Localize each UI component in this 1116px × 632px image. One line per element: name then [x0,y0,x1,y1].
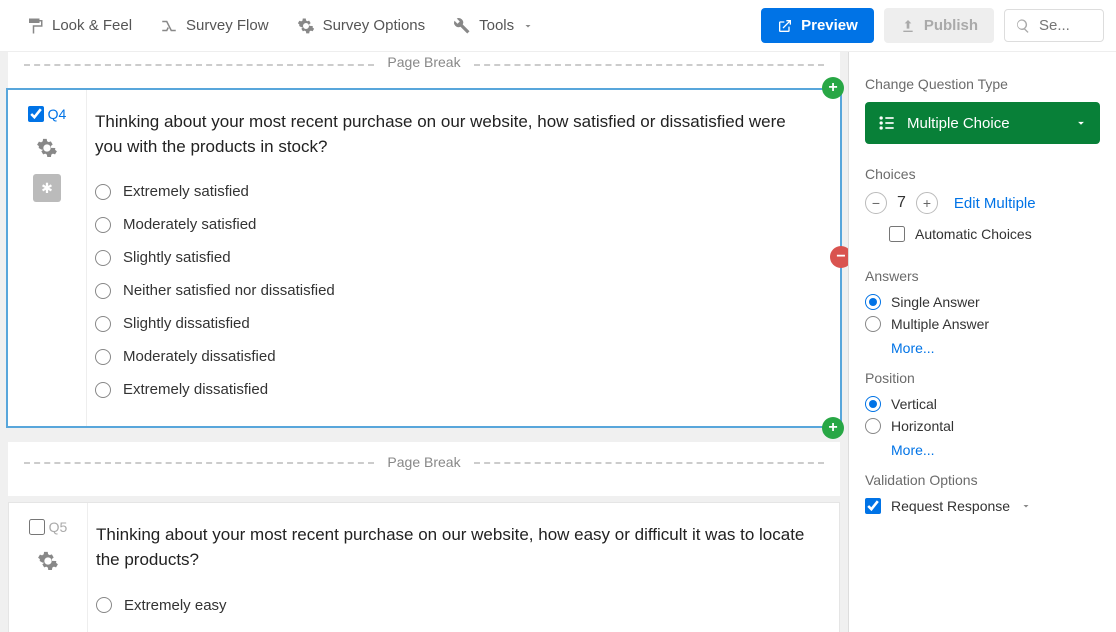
answers-more-link[interactable]: More... [891,340,1100,356]
single-answer-radio[interactable]: Single Answer [865,294,1100,310]
preview-icon [777,18,793,34]
chevron-down-icon [1074,116,1088,130]
decrease-choices-button[interactable]: − [865,192,887,214]
search-input[interactable] [1039,17,1079,34]
wrench-icon [453,17,471,35]
radio-icon [95,349,111,365]
search-input-container[interactable] [1004,9,1104,42]
answer-option[interactable]: Moderately dissatisfied [95,340,816,373]
vertical-radio[interactable]: Vertical [865,396,1100,412]
position-label: Position [865,370,1100,386]
page-break-indicator: Page Break [16,448,832,476]
radio-label: Vertical [891,396,937,412]
radio-icon [95,217,111,233]
option-label: Neither satisfied nor dissatisfied [123,282,335,299]
answer-option[interactable]: Extremely easy [96,589,815,622]
increase-choices-button[interactable]: + [916,192,938,214]
question-select-checkbox[interactable]: Q4 [28,106,67,122]
automatic-choices-checkbox[interactable]: Automatic Choices [889,226,1100,242]
answers-label: Answers [865,268,1100,284]
upload-icon [900,18,916,34]
page-break-label: Page Break [387,54,460,70]
preview-button[interactable]: Preview [761,8,874,43]
toolbar-label: Look & Feel [52,17,132,34]
publish-button: Publish [884,8,994,43]
question-card-q4[interactable]: − Q4 ✱ Thinking about your most recent p… [6,88,842,428]
question-select-checkbox[interactable]: Q5 [29,519,68,535]
answer-option[interactable]: Extremely dissatisfied [95,373,816,406]
button-label: Publish [924,17,978,34]
question-settings-icon[interactable] [33,134,61,162]
look-and-feel-button[interactable]: Look & Feel [12,9,146,43]
radio-icon [96,597,112,613]
option-label: Extremely satisfied [123,183,249,200]
position-more-link[interactable]: More... [891,442,1100,458]
checkbox-label: Request Response [891,498,1010,514]
edit-multiple-link[interactable]: Edit Multiple [954,195,1036,212]
toolbar-label: Tools [479,17,514,34]
flow-icon [160,17,178,35]
radio-icon [95,316,111,332]
radio-icon [95,250,111,266]
choices-count: 7 [897,194,906,212]
choices-label: Choices [865,166,1100,182]
answer-option[interactable]: Moderately satisfied [95,208,816,241]
request-response-checkbox[interactable]: Request Response [865,498,1100,514]
question-text[interactable]: Thinking about your most recent purchase… [95,110,816,159]
survey-options-button[interactable]: Survey Options [283,9,440,43]
option-label: Slightly dissatisfied [123,315,250,332]
option-label: Moderately satisfied [123,216,256,233]
question-text[interactable]: Thinking about your most recent purchase… [96,523,815,572]
radio-icon [95,382,111,398]
add-question-below-button[interactable]: + [822,417,844,439]
tools-dropdown[interactable]: Tools [439,9,548,43]
question-settings-icon[interactable] [34,547,62,575]
button-label: Preview [801,17,858,34]
survey-flow-button[interactable]: Survey Flow [146,9,283,43]
search-icon [1015,18,1031,34]
type-name: Multiple Choice [907,115,1010,132]
chevron-down-icon [522,20,534,32]
checkbox-label: Automatic Choices [915,226,1032,242]
radio-icon [95,283,111,299]
radio-label: Multiple Answer [891,316,989,332]
option-label: Extremely dissatisfied [123,381,268,398]
answer-option[interactable]: Extremely satisfied [95,175,816,208]
question-type-select[interactable]: Multiple Choice [865,102,1100,144]
toolbar-label: Survey Flow [186,17,269,34]
radio-icon [95,184,111,200]
answer-option[interactable]: Slightly dissatisfied [95,307,816,340]
chevron-down-icon [1020,500,1032,512]
option-label: Slightly satisfied [123,249,231,266]
gear-icon [297,17,315,35]
option-label: Moderately dissatisfied [123,348,276,365]
toolbar-label: Survey Options [323,17,426,34]
paint-roller-icon [26,17,44,35]
page-break-indicator: Page Break [16,52,832,76]
add-question-above-button[interactable]: + [822,77,844,99]
question-number: Q4 [48,106,67,122]
option-label: Extremely easy [124,597,227,614]
question-required-icon[interactable]: ✱ [33,174,61,202]
radio-label: Single Answer [891,294,980,310]
question-card-q5[interactable]: Q5 Thinking about your most recent purch… [8,502,840,632]
question-number: Q5 [49,519,68,535]
answer-option[interactable]: Neither satisfied nor dissatisfied [95,274,816,307]
list-icon [877,113,897,133]
validation-label: Validation Options [865,472,1100,488]
answer-option[interactable]: Slightly satisfied [95,241,816,274]
multiple-answer-radio[interactable]: Multiple Answer [865,316,1100,332]
delete-question-button[interactable]: − [830,246,848,268]
change-type-label: Change Question Type [865,76,1100,92]
radio-label: Horizontal [891,418,954,434]
page-break-label: Page Break [387,454,460,470]
horizontal-radio[interactable]: Horizontal [865,418,1100,434]
